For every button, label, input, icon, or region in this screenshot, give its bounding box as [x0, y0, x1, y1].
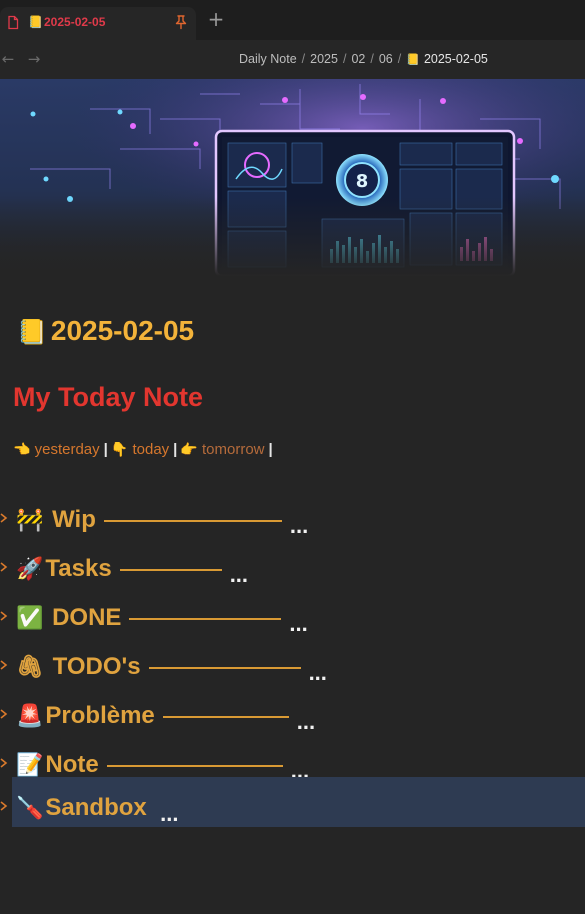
section-title: DONE [52, 604, 122, 631]
point-left-icon: 👈 [13, 441, 31, 457]
rocket-icon: 🚀 [16, 556, 44, 581]
chevron-right-icon[interactable] [0, 511, 8, 525]
page-title: 📒 2025-02-05 [17, 314, 194, 348]
point-down-icon: 👇 [110, 441, 129, 457]
tomorrow-link[interactable]: tomorrow [202, 441, 265, 458]
collapsed-ellipsis[interactable]: ... [290, 510, 308, 542]
chevron-right-icon[interactable] [0, 707, 8, 721]
document-icon [8, 15, 19, 30]
screwdriver-icon: 🪛 [16, 795, 44, 820]
collapsed-ellipsis[interactable]: ... [297, 706, 315, 738]
breadcrumb-item-month[interactable]: 02 [351, 52, 365, 66]
chevron-right-icon[interactable] [0, 560, 8, 574]
navigation-bar: ← → Daily Note / 2025 / 02 / 06 / 📒 2025… [0, 40, 585, 79]
breadcrumb-separator: / [397, 52, 402, 66]
breadcrumb-separator: / [301, 52, 306, 66]
chevron-right-icon[interactable] [0, 609, 8, 623]
separator: | [103, 441, 108, 458]
section-title: Problème [45, 702, 155, 729]
section-title: Tasks [45, 555, 112, 582]
heading-rule [148, 667, 301, 669]
section-wip[interactable]: 🚧 Wip ... [0, 499, 585, 539]
yesterday-link[interactable]: yesterday [35, 441, 100, 458]
chevron-right-icon[interactable] [0, 799, 8, 813]
collapsed-ellipsis[interactable]: ... [230, 559, 248, 591]
breadcrumb-current-icon: 📒 [406, 53, 420, 66]
check-mark-icon: ✅ [16, 605, 44, 630]
breadcrumb-item-day[interactable]: 06 [379, 52, 393, 66]
new-tab-button[interactable]: + [205, 8, 227, 30]
breadcrumb-separator: / [370, 52, 374, 66]
heading-rule [119, 569, 222, 571]
heading-rule [106, 765, 283, 767]
point-right-icon: 👉 [180, 441, 198, 457]
tab-title: 2025-02-05 [44, 15, 106, 29]
today-link[interactable]: today [132, 441, 169, 458]
paperclip-icon: 🖇 [16, 654, 44, 679]
section-done[interactable]: ✅ DONE ... [0, 597, 585, 637]
breadcrumb-item-year[interactable]: 2025 [310, 52, 338, 66]
separator: | [173, 441, 178, 458]
section-title: Sandbox [45, 794, 147, 821]
back-arrow-icon[interactable]: ← [0, 49, 16, 69]
collapsed-ellipsis[interactable]: ... [289, 608, 307, 640]
collapsed-ellipsis[interactable]: ... [160, 798, 178, 830]
breadcrumb-separator: / [342, 52, 347, 66]
section-tasks[interactable]: 🚀 Tasks ... [0, 548, 585, 588]
section-sandbox[interactable]: 🪛 Sandbox ... [0, 777, 585, 830]
section-probleme[interactable]: 🚨 Problème ... [0, 695, 585, 735]
breadcrumb: Daily Note / 2025 / 02 / 06 / 📒 2025-02-… [239, 51, 488, 67]
construction-icon: 🚧 [16, 507, 44, 532]
siren-icon: 🚨 [16, 703, 44, 728]
breadcrumb-current: 2025-02-05 [423, 52, 488, 66]
forward-arrow-icon[interactable]: → [26, 49, 42, 69]
heading-rule [103, 520, 282, 522]
chevron-right-icon[interactable] [0, 756, 8, 770]
section-todos[interactable]: 🖇 TODO's ... [0, 646, 585, 686]
notebook-icon: 📒 [17, 319, 47, 346]
separator: | [268, 441, 273, 458]
page-title-text: 2025-02-05 [50, 315, 195, 346]
chevron-right-icon[interactable] [0, 658, 8, 672]
notebook-icon: 📒 [28, 15, 43, 29]
section-title: TODO's [52, 653, 141, 680]
today-heading: My Today Note [13, 382, 204, 412]
heading-rule [129, 618, 282, 620]
day-navigation: 👈 yesterday | 👇 today | 👉 tomorrow | [13, 438, 276, 460]
banner-image: 8 [0, 79, 585, 276]
breadcrumb-item-daily-note[interactable]: Daily Note [239, 52, 297, 66]
tab-bar: 📒 2025-02-05 + [0, 0, 585, 40]
tab-active-note[interactable]: 📒 2025-02-05 [0, 7, 196, 40]
collapsed-ellipsis[interactable]: ... [309, 657, 327, 689]
circuit-laptop-illustration: 8 [0, 79, 585, 276]
section-title: Wip [52, 506, 96, 533]
heading-rule [162, 716, 289, 718]
pin-icon[interactable] [174, 14, 188, 30]
